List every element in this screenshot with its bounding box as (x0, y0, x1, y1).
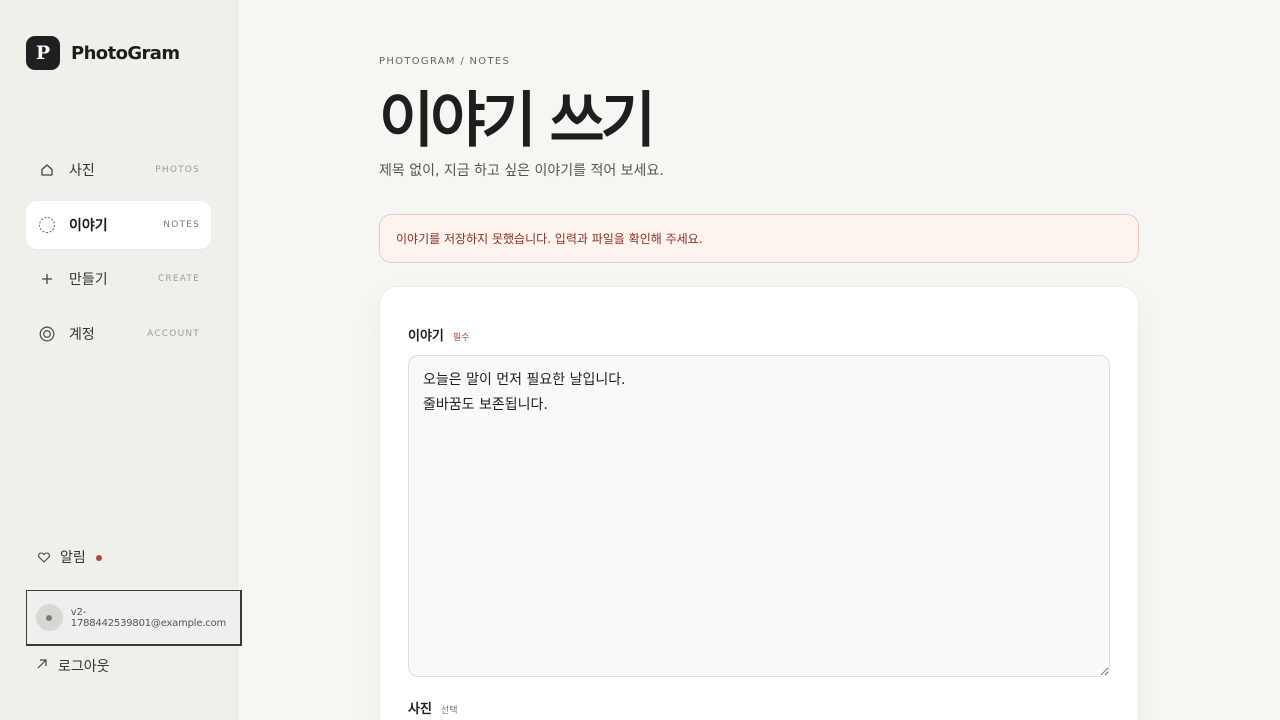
nav-label: 사진 (69, 163, 95, 179)
brand-name: PhotoGram (71, 42, 180, 64)
note-form: 이야기 필수 오늘은 말이 먼저 필요한 날입니다. 줄바꿈도 보존됩니다. 사… (379, 286, 1139, 720)
nav-item-photos[interactable]: 사진 PHOTOS (26, 146, 211, 194)
target-icon (37, 324, 57, 344)
story-field-header: 이야기 필수 (408, 325, 469, 344)
account-card[interactable]: v2-1788442539801@example.com (26, 590, 242, 646)
nav-sublabel: ACCOUNT (147, 328, 200, 339)
brand-logo: P (26, 36, 60, 70)
unread-indicator (95, 555, 102, 561)
plus-icon (37, 269, 57, 289)
nav-item-notes[interactable]: 이야기 NOTES (26, 200, 211, 249)
error-alert: 이야기를 저장하지 못했습니다. 입력과 파일을 확인해 주세요. (379, 214, 1139, 263)
story-textarea[interactable]: 오늘은 말이 먼저 필요한 날입니다. 줄바꿈도 보존됩니다. (408, 355, 1110, 677)
home-icon (37, 160, 57, 180)
error-message: 이야기를 저장하지 못했습니다. 입력과 파일을 확인해 주세요. (396, 232, 703, 246)
heart-icon (38, 548, 50, 567)
nav-label: 이야기 (69, 217, 108, 234)
photo-field-header: 사진 선택 (408, 698, 457, 717)
nav-sublabel: CREATE (157, 274, 200, 284)
notifications-link[interactable]: 알림 (38, 547, 102, 567)
optional-badge: 선택 (440, 706, 458, 716)
arrow-up-right-icon (36, 658, 48, 674)
notifications-label: 알림 (60, 550, 86, 566)
required-badge: 필수 (452, 333, 470, 343)
breadcrumb: PHOTOGRAM / NOTES (379, 56, 511, 67)
photo-field-label: 사진 (408, 702, 432, 717)
nav-sublabel: PHOTOS (155, 165, 200, 175)
sidebar: P PhotoGram 사진 PHOTOS 이야기 NOTES 만들기 CREA… (0, 0, 242, 720)
main-nav: 사진 PHOTOS 이야기 NOTES 만들기 CREATE 계정 ACCOUN… (26, 146, 211, 364)
account-email: v2-1788442539801@example.com (70, 606, 227, 629)
nav-item-create[interactable]: 만들기 CREATE (26, 255, 211, 303)
nav-label: 만들기 (69, 272, 108, 288)
nav-label: 계정 (69, 326, 95, 343)
avatar (36, 604, 63, 631)
circle-dashed-icon (37, 215, 57, 235)
avatar-placeholder-icon (46, 614, 53, 621)
story-field-label: 이야기 (408, 329, 444, 344)
logout-label: 로그아웃 (58, 659, 110, 675)
brand[interactable]: P PhotoGram (26, 36, 180, 70)
nav-item-account[interactable]: 계정 ACCOUNT (26, 310, 211, 358)
page-subtitle: 제목 없이, 지금 하고 싶은 이야기를 적어 보세요. (379, 163, 664, 179)
logout-link[interactable]: 로그아웃 (36, 656, 110, 676)
page-title: 이야기 쓰기 (379, 86, 656, 156)
nav-sublabel: NOTES (163, 219, 200, 230)
